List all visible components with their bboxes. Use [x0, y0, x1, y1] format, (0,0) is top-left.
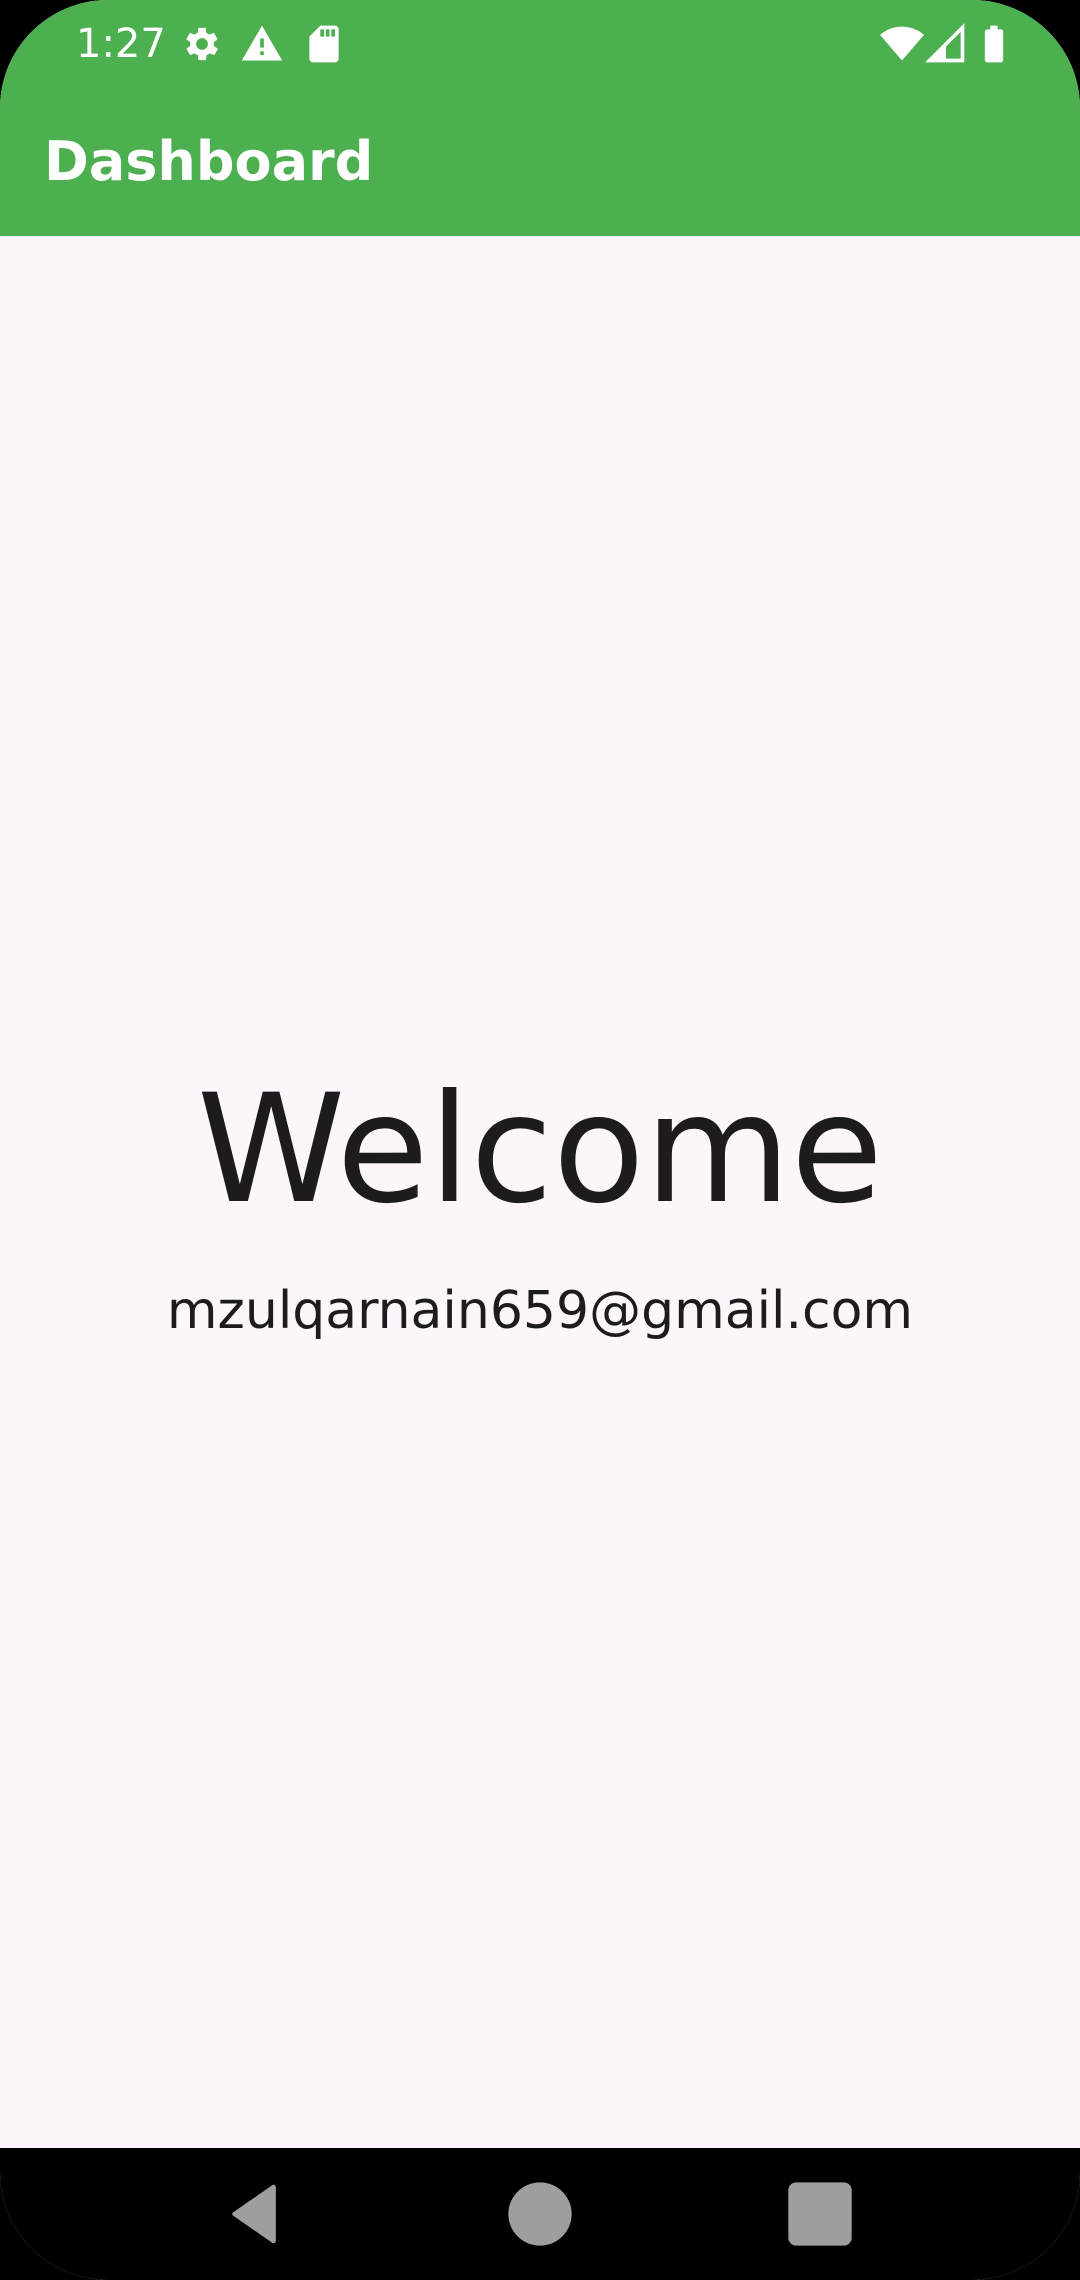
sd-card-icon: [302, 22, 346, 66]
gear-icon: [180, 22, 224, 66]
recents-icon[interactable]: [782, 2176, 858, 2252]
page-title: Dashboard: [44, 130, 374, 193]
main-content: Welcome mzulqarnain659@gmail.com: [0, 236, 1080, 2148]
app-bar: Dashboard: [0, 88, 1080, 236]
status-time: 1:27: [76, 21, 166, 67]
welcome-heading: Welcome: [196, 1063, 884, 1237]
navigation-bar: [0, 2148, 1080, 2280]
battery-icon: [972, 22, 1016, 66]
app-screen: 1:27 Dashboard Welcome mzulqarnain659@gm…: [0, 0, 1080, 2280]
home-icon[interactable]: [502, 2176, 578, 2252]
cellular-signal-icon: [924, 22, 968, 66]
wifi-icon: [880, 22, 924, 66]
back-icon[interactable]: [222, 2176, 298, 2252]
status-bar: 1:27: [0, 0, 1080, 88]
user-email: mzulqarnain659@gmail.com: [166, 1281, 914, 1341]
warning-icon: [240, 22, 284, 66]
